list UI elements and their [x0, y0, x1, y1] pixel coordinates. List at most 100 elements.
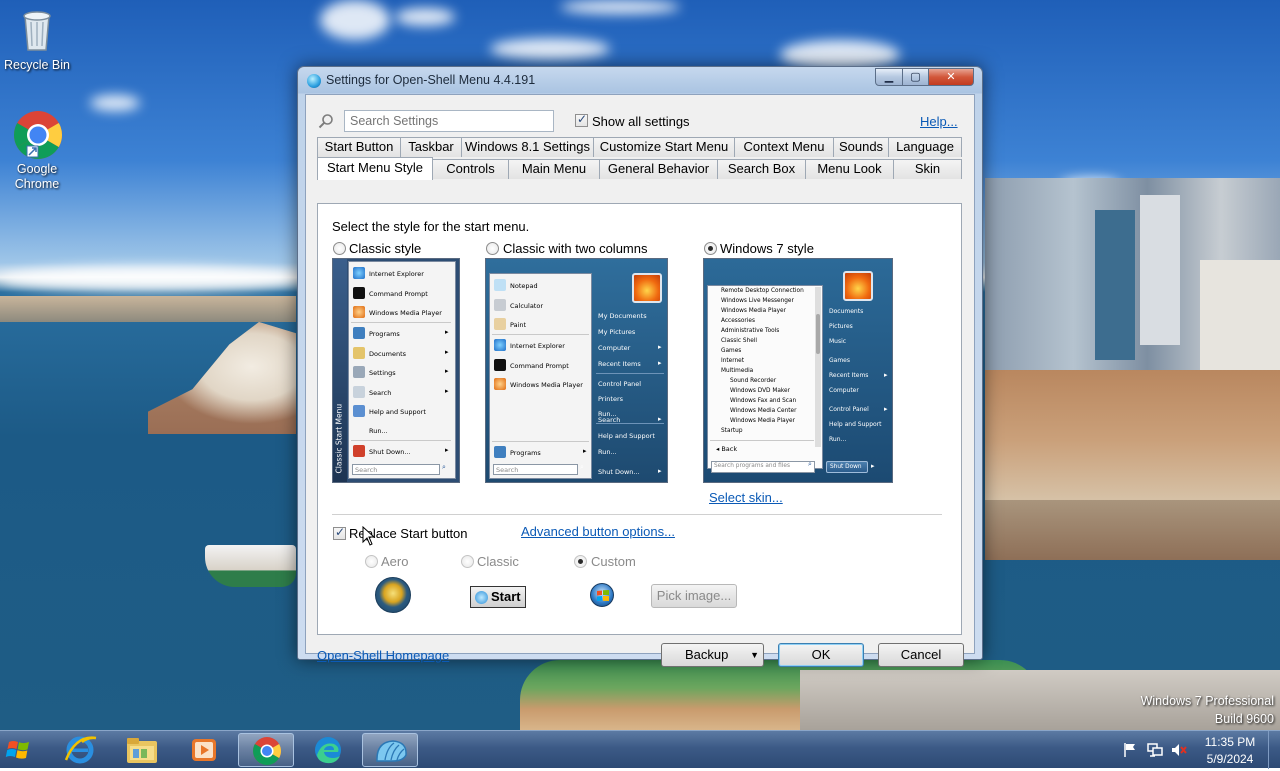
clock-time[interactable]: 11:35 PM [1198, 735, 1262, 749]
start-button[interactable] [2, 733, 46, 767]
windows7-style-label: Windows 7 style [720, 241, 814, 256]
programs-mini-icon [353, 327, 365, 339]
aero-button-label: Aero [381, 554, 409, 569]
action-center-flag-icon[interactable] [1122, 742, 1138, 758]
two-columns-style-preview[interactable]: Notepad Calculator Paint Internet Explor… [485, 258, 668, 483]
volume-muted-icon[interactable] [1170, 742, 1188, 758]
win7-left-item: Windows Live Messenger [721, 298, 794, 304]
classic-item: Help and Support [369, 408, 426, 416]
win7-left-item: Internet [721, 358, 745, 364]
tab-taskbar[interactable]: Taskbar [400, 137, 462, 157]
twocol-programs: Programs [510, 449, 541, 457]
tab-start-menu-style[interactable]: Start Menu Style [317, 157, 433, 180]
taskbar-open-shell-settings[interactable] [362, 733, 418, 767]
win7-left-item: Classic Shell [721, 338, 758, 344]
windows7-style-preview[interactable]: Remote Desktop Connection Windows Live M… [703, 258, 893, 483]
tab-general-behavior[interactable]: General Behavior [599, 159, 718, 179]
twocol-left-item: Paint [510, 321, 527, 329]
win7-left-item: Windows Media Player [730, 418, 796, 424]
settings-window: Settings for Open-Shell Menu 4.4.191 ▁ ▢… [297, 66, 983, 667]
taskbar-media-player[interactable] [176, 733, 232, 767]
win7-left-item: Startup [721, 428, 743, 434]
tab-controls[interactable]: Controls [432, 159, 509, 179]
classic-sidebar-text: Classic Start Menu [334, 403, 344, 474]
close-button[interactable]: ✕ [928, 68, 974, 86]
win7-right-item: Help and Support [829, 421, 882, 428]
tab-sounds[interactable]: Sounds [833, 137, 889, 157]
desktop-icon-recycle-bin[interactable]: Recycle Bin [0, 6, 74, 73]
minimize-button[interactable]: ▁ [875, 68, 903, 86]
taskbar-edge[interactable] [300, 733, 356, 767]
submenu-arrow-icon: ▸ [884, 372, 888, 379]
tab-context-menu[interactable]: Context Menu [734, 137, 834, 157]
win7-right-item: Computer [829, 387, 859, 394]
windows-build-watermark: Windows 7 Professional Build 9600 [1141, 692, 1274, 728]
tab-menu-look[interactable]: Menu Look [805, 159, 894, 179]
ok-button[interactable]: OK [778, 643, 864, 667]
replace-start-button-checkbox[interactable] [333, 525, 346, 540]
aero-button-radio[interactable] [365, 555, 378, 568]
aero-shell-button-icon [375, 577, 411, 613]
help-link[interactable]: Help... [920, 114, 958, 129]
twocol-right-item: My Documents [598, 312, 647, 320]
submenu-arrow-icon: ▸ [445, 368, 449, 375]
paint-mini-icon [494, 318, 506, 330]
clock-date[interactable]: 5/9/2024 [1198, 752, 1262, 766]
win7-right-item: Recent Items [829, 372, 869, 379]
notepad-mini-icon [494, 279, 506, 291]
show-all-settings-checkbox[interactable] [575, 112, 588, 127]
taskbar-internet-explorer[interactable] [52, 733, 108, 767]
win7-right-item: Control Panel [829, 406, 869, 413]
show-desktop-button[interactable] [1268, 731, 1280, 769]
pick-image-button[interactable]: Pick image... [651, 584, 737, 608]
win7-left-item: Windows Fax and Scan [730, 398, 797, 404]
internet-explorer-icon [64, 736, 97, 764]
maximize-button[interactable]: ▢ [902, 68, 929, 86]
tab-start-button[interactable]: Start Button [317, 137, 401, 157]
backup-button[interactable]: Backup ▼ [661, 643, 764, 667]
cancel-button[interactable]: Cancel [878, 643, 964, 667]
custom-button-label: Custom [591, 554, 636, 569]
tab-language[interactable]: Language [888, 137, 962, 157]
twocol-right-item: My Pictures [598, 328, 636, 336]
twocol-left-item: Calculator [510, 302, 544, 310]
backup-label: Backup [685, 647, 729, 662]
win7-back: ◂ Back [716, 445, 738, 453]
taskbar-chrome[interactable] [238, 733, 294, 767]
separator [332, 514, 942, 515]
twocol-right-item: Printers [598, 395, 624, 403]
tab-skin[interactable]: Skin [893, 159, 962, 179]
desktop-icon-chrome[interactable]: Google Chrome [0, 110, 74, 192]
two-columns-style-radio[interactable] [486, 242, 499, 255]
classic-button-radio[interactable] [461, 555, 474, 568]
submenu-arrow-icon: ▸ [445, 388, 449, 395]
custom-button-radio[interactable] [574, 555, 587, 568]
taskbar-file-explorer[interactable] [114, 733, 170, 767]
twocol-right-item: Help and Support [598, 432, 655, 440]
win7-left-item: Windows Media Center [730, 408, 797, 414]
classic-style-preview[interactable]: Classic Start Menu Internet Explorer Com… [332, 258, 460, 483]
advanced-button-options-link[interactable]: Advanced button options... [521, 524, 675, 539]
submenu-arrow-icon: ▸ [445, 349, 449, 356]
shutdown-mini-icon [353, 445, 365, 457]
windows-orb-button-icon [590, 583, 614, 607]
twocol-right-item: Search [598, 416, 621, 424]
win7-left-item: Accessories [721, 318, 755, 324]
ie-mini-icon [353, 267, 365, 279]
windows7-style-radio[interactable] [704, 242, 717, 255]
help-mini-icon [353, 405, 365, 417]
search-icon [318, 114, 333, 129]
twocol-right-item: Shut Down... [598, 468, 640, 476]
search-settings-input[interactable] [344, 110, 554, 132]
open-shell-homepage-link[interactable]: Open-Shell Homepage [317, 648, 449, 663]
tab-search-box[interactable]: Search Box [717, 159, 806, 179]
network-icon[interactable] [1146, 742, 1164, 758]
chrome-label: Google Chrome [14, 162, 60, 191]
tab-windows-81-settings[interactable]: Windows 8.1 Settings [461, 137, 594, 157]
classic-style-radio[interactable] [333, 242, 346, 255]
tab-customize-start-menu[interactable]: Customize Start Menu [593, 137, 735, 157]
select-skin-link[interactable]: Select skin... [709, 490, 783, 505]
window-titlebar[interactable]: Settings for Open-Shell Menu 4.4.191 ▁ ▢… [298, 67, 982, 94]
settings-mini-icon [353, 366, 365, 378]
tab-main-menu[interactable]: Main Menu [508, 159, 600, 179]
